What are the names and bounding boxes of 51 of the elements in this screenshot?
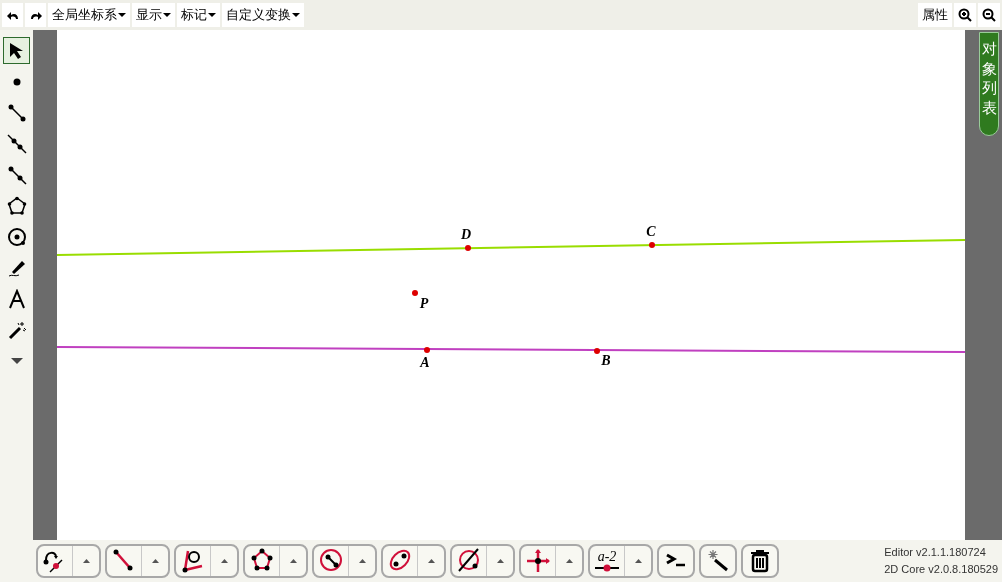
axes-icon: [525, 548, 551, 574]
menu-button[interactable]: 显示: [132, 3, 175, 27]
point-label: A: [420, 355, 430, 370]
tool-button[interactable]: a-2: [590, 546, 624, 576]
zoom-in-icon: [958, 8, 972, 22]
object-list-tab[interactable]: 对象列表: [979, 32, 999, 136]
tool-button[interactable]: [741, 544, 779, 578]
point-label: B: [601, 353, 611, 368]
menu-button[interactable]: 自定义变换: [222, 3, 304, 27]
redo-button[interactable]: [25, 3, 46, 27]
circle-icon: [318, 548, 344, 574]
caret-icon: [289, 559, 297, 563]
version-text: Editor v2.1.1.180724: [884, 545, 987, 560]
zoom-out-icon: [982, 8, 996, 22]
point-label: D: [460, 227, 472, 242]
segment-icon: [6, 102, 27, 123]
intersect-icon: [456, 548, 482, 574]
caret-icon: [427, 559, 435, 563]
point: [465, 245, 471, 251]
menu-button[interactable]: 全局坐标系: [48, 3, 130, 27]
caret-icon: [565, 559, 573, 563]
caret-icon: [10, 357, 23, 364]
wand-icon: [6, 319, 27, 340]
polygon-icon: [6, 195, 27, 216]
caret-icon: [151, 559, 159, 563]
circle-icon: [6, 226, 27, 247]
caret-icon: [220, 559, 228, 563]
undo-button[interactable]: [2, 3, 23, 27]
zoom-out-button[interactable]: [978, 3, 1000, 27]
letter-a-icon: [6, 288, 27, 309]
ray-icon: [6, 164, 27, 185]
zoom-in-button[interactable]: [954, 3, 976, 27]
point: [412, 290, 418, 296]
version-text: 2D Core v2.0.8.180529: [884, 562, 998, 577]
tool-button[interactable]: [3, 37, 30, 64]
point-label: C: [646, 224, 656, 239]
tool-button[interactable]: [657, 544, 695, 578]
line-icon: [6, 133, 27, 154]
parameter-label: a-2: [597, 550, 617, 564]
tool-button[interactable]: [699, 544, 737, 578]
properties-button[interactable]: 属性: [918, 3, 952, 27]
point: [424, 347, 430, 353]
slider-icon: [595, 564, 619, 572]
menu-button[interactable]: 标记: [177, 3, 220, 27]
point-label: P: [419, 296, 429, 311]
caret-icon: [496, 559, 504, 563]
caret-icon: [634, 559, 642, 563]
point: [649, 242, 655, 248]
caret-icon: [82, 559, 90, 563]
caret-icon: [358, 559, 366, 563]
point: [594, 348, 600, 354]
